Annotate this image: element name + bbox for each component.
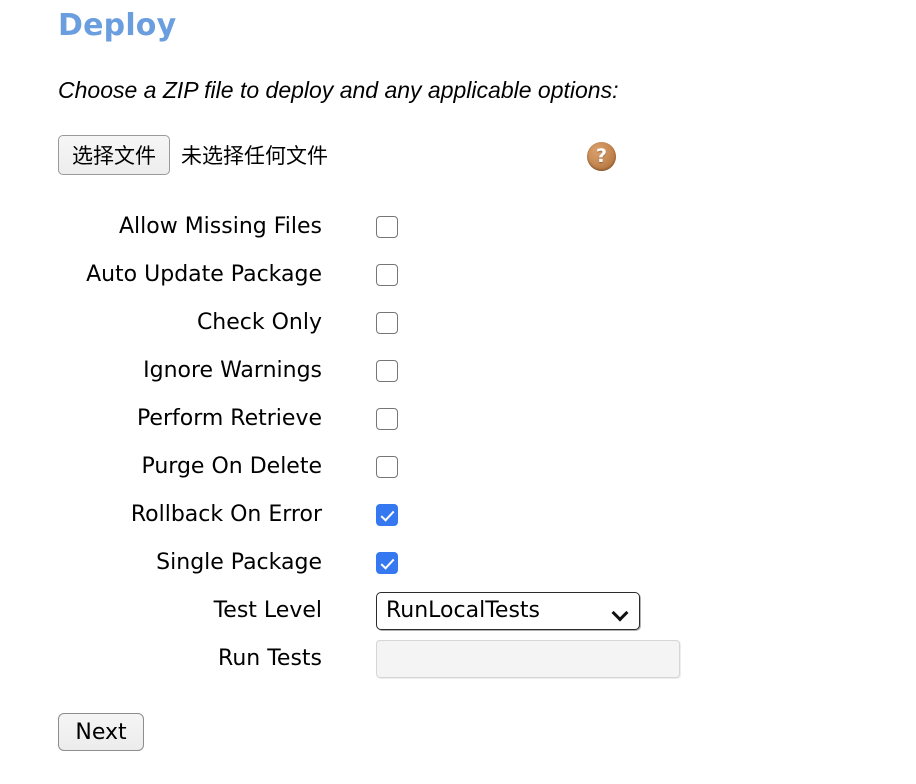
option-row-allow-missing-files: Allow Missing Files xyxy=(0,203,916,251)
help-icon-glyph: ? xyxy=(595,144,608,167)
help-icon[interactable]: ? xyxy=(587,142,616,171)
option-label-rollback-on-error: Rollback On Error xyxy=(130,502,322,527)
option-control-ignore-warnings xyxy=(376,360,398,382)
option-label-check-only: Check Only xyxy=(196,310,322,335)
choose-file-button[interactable]: 选择文件 xyxy=(58,135,170,175)
test-level-control: RunLocalTests xyxy=(376,592,640,630)
option-control-auto-update-package xyxy=(376,264,398,286)
option-row-ignore-warnings: Ignore Warnings xyxy=(0,347,916,395)
checkbox-ignore-warnings[interactable] xyxy=(376,360,398,382)
run-tests-input[interactable] xyxy=(376,640,680,678)
deploy-page: Deploy Choose a ZIP file to deploy and a… xyxy=(0,0,916,784)
option-label-purge-on-delete: Purge On Delete xyxy=(141,454,322,479)
option-label-single-package: Single Package xyxy=(156,550,322,575)
option-control-rollback-on-error xyxy=(376,504,398,526)
option-row-perform-retrieve: Perform Retrieve xyxy=(0,395,916,443)
checkbox-perform-retrieve[interactable] xyxy=(376,408,398,430)
option-label-auto-update-package: Auto Update Package xyxy=(86,262,322,287)
test-level-selected-value: RunLocalTests xyxy=(386,598,540,623)
file-picker-row: 选择文件 未选择任何文件 xyxy=(58,133,328,177)
option-control-check-only xyxy=(376,312,398,334)
checkbox-purge-on-delete[interactable] xyxy=(376,456,398,478)
checkbox-check-only[interactable] xyxy=(376,312,398,334)
chevron-down-icon xyxy=(614,607,627,615)
test-level-label: Test Level xyxy=(213,598,322,623)
run-tests-control xyxy=(376,640,680,678)
option-control-perform-retrieve xyxy=(376,408,398,430)
option-label-allow-missing-files: Allow Missing Files xyxy=(118,214,322,239)
option-row-rollback-on-error: Rollback On Error xyxy=(0,491,916,539)
checkbox-single-package[interactable] xyxy=(376,552,398,574)
run-tests-row: Run Tests xyxy=(0,635,916,683)
option-label-ignore-warnings: Ignore Warnings xyxy=(143,358,322,383)
selected-file-status: 未选择任何文件 xyxy=(181,144,328,168)
deploy-options-form: Allow Missing Files Auto Update Package … xyxy=(0,203,916,683)
option-row-check-only: Check Only xyxy=(0,299,916,347)
checkbox-allow-missing-files[interactable] xyxy=(376,216,398,238)
next-button[interactable]: Next xyxy=(58,713,144,751)
option-row-purge-on-delete: Purge On Delete xyxy=(0,443,916,491)
checkbox-rollback-on-error[interactable] xyxy=(376,504,398,526)
page-title: Deploy xyxy=(58,8,177,43)
test-level-row: Test Level RunLocalTests xyxy=(0,587,916,635)
option-control-purge-on-delete xyxy=(376,456,398,478)
option-control-single-package xyxy=(376,552,398,574)
option-row-single-package: Single Package xyxy=(0,539,916,587)
option-label-perform-retrieve: Perform Retrieve xyxy=(136,406,322,431)
option-row-auto-update-package: Auto Update Package xyxy=(0,251,916,299)
page-subtitle: Choose a ZIP file to deploy and any appl… xyxy=(58,77,619,103)
option-control-allow-missing-files xyxy=(376,216,398,238)
run-tests-label: Run Tests xyxy=(218,646,322,671)
test-level-select[interactable]: RunLocalTests xyxy=(376,592,640,630)
checkbox-auto-update-package[interactable] xyxy=(376,264,398,286)
